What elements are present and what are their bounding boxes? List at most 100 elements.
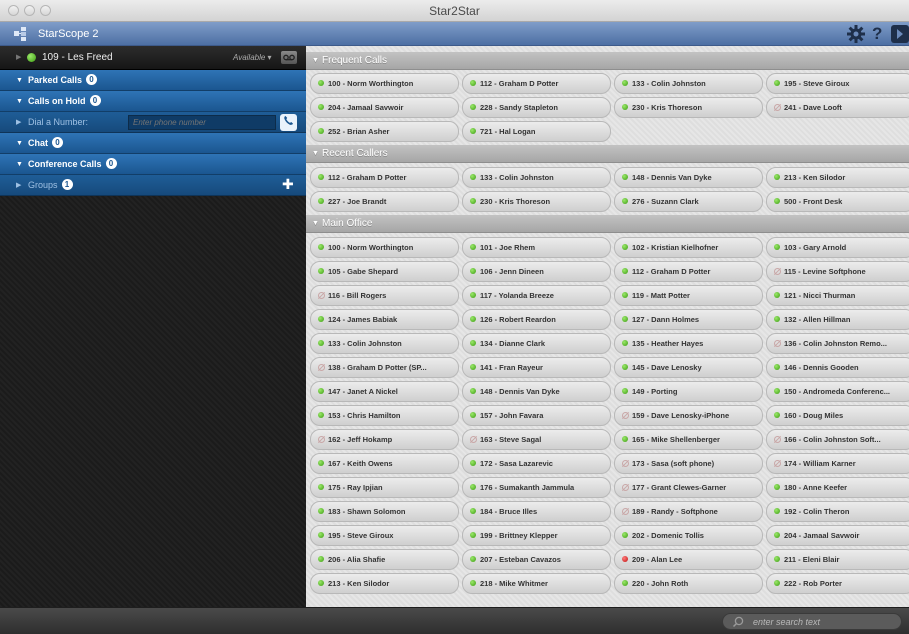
contact-button[interactable]: 153 - Chris Hamilton — [310, 405, 459, 426]
zoom-window-button[interactable] — [40, 5, 51, 16]
contact-button[interactable]: 159 - Dave Lenosky-iPhone — [614, 405, 763, 426]
recent-callers-header[interactable]: ▼ Recent Callers — [306, 145, 909, 163]
contact-button[interactable]: 138 - Graham D Potter (SP... — [310, 357, 459, 378]
contact-button[interactable]: 206 - Alia Shafie — [310, 549, 459, 570]
contact-button[interactable]: 192 - Colin Theron — [766, 501, 909, 522]
groups-row[interactable]: ▶ Groups 1 ✚ — [0, 175, 306, 196]
contact-button[interactable]: 100 - Norm Worthington — [310, 237, 459, 258]
contact-button[interactable]: 105 - Gabe Shepard — [310, 261, 459, 282]
contact-button[interactable]: 183 - Shawn Solomon — [310, 501, 459, 522]
parked-calls-section[interactable]: ▼ Parked Calls 0 — [0, 70, 306, 91]
frequent-calls-header[interactable]: ▼ Frequent Calls — [306, 52, 909, 70]
contact-button[interactable]: 147 - Janet A Nickel — [310, 381, 459, 402]
contact-button[interactable]: 145 - Dave Lenosky — [614, 357, 763, 378]
main-office-header[interactable]: ▼ Main Office — [306, 215, 909, 233]
calls-on-hold-section[interactable]: ▼ Calls on Hold 0 — [0, 91, 306, 112]
minimize-window-button[interactable] — [24, 5, 35, 16]
search-input[interactable] — [753, 615, 893, 629]
contact-button[interactable]: 204 - Jamaal Savwoir — [310, 97, 459, 118]
contact-button[interactable]: 100 - Norm Worthington — [310, 73, 459, 94]
contact-button[interactable]: 146 - Dennis Gooden — [766, 357, 909, 378]
contact-button[interactable]: 112 - Graham D Potter — [614, 261, 763, 282]
contact-button[interactable]: 148 - Dennis Van Dyke — [614, 167, 763, 188]
contact-button[interactable]: 213 - Ken Silodor — [766, 167, 909, 188]
contact-button[interactable]: 184 - Bruce Illes — [462, 501, 611, 522]
contact-button[interactable]: 132 - Allen Hillman — [766, 309, 909, 330]
contact-button[interactable]: 124 - James Babiak — [310, 309, 459, 330]
contact-button[interactable]: 211 - Eleni Blair — [766, 549, 909, 570]
dial-phone-icon[interactable] — [280, 114, 297, 131]
contact-button[interactable]: 176 - Sumakanth Jammula — [462, 477, 611, 498]
contact-button[interactable]: 115 - Levine Softphone — [766, 261, 909, 282]
contact-button[interactable]: 112 - Graham D Potter — [462, 73, 611, 94]
contact-button[interactable]: 116 - Bill Rogers — [310, 285, 459, 306]
contact-button[interactable]: 150 - Andromeda Conferenc... — [766, 381, 909, 402]
contact-button[interactable]: 117 - Yolanda Breeze — [462, 285, 611, 306]
contact-button[interactable]: 230 - Kris Thoreson — [614, 97, 763, 118]
current-user-row[interactable]: ▶ 109 - Les Freed Available ▾ — [0, 46, 306, 70]
contact-button[interactable]: 172 - Sasa Lazarevic — [462, 453, 611, 474]
contact-button[interactable]: 202 - Domenic Tollis — [614, 525, 763, 546]
contact-button[interactable]: 177 - Grant Clewes-Garner — [614, 477, 763, 498]
contact-button[interactable]: 276 - Suzann Clark — [614, 191, 763, 212]
contact-button[interactable]: 227 - Joe Brandt — [310, 191, 459, 212]
contact-button[interactable]: 207 - Esteban Cavazos — [462, 549, 611, 570]
contact-button[interactable]: 160 - Doug Miles — [766, 405, 909, 426]
contact-button[interactable]: 133 - Colin Johnston — [462, 167, 611, 188]
voicemail-icon[interactable] — [281, 51, 297, 64]
contact-button[interactable]: 133 - Colin Johnston — [614, 73, 763, 94]
contact-button[interactable]: 106 - Jenn Dineen — [462, 261, 611, 282]
contact-button[interactable]: 222 - Rob Porter — [766, 573, 909, 594]
contact-button[interactable]: 163 - Steve Sagal — [462, 429, 611, 450]
status-select[interactable]: Available ▾ — [233, 46, 272, 70]
chat-section[interactable]: ▼ Chat 0 — [0, 133, 306, 154]
contact-button[interactable]: 127 - Dann Holmes — [614, 309, 763, 330]
contact-button[interactable]: 149 - Porting — [614, 381, 763, 402]
contact-button[interactable]: 101 - Joe Rhem — [462, 237, 611, 258]
contact-button[interactable]: 213 - Ken Silodor — [310, 573, 459, 594]
contact-button[interactable]: 134 - Dianne Clark — [462, 333, 611, 354]
contact-button[interactable]: 141 - Fran Rayeur — [462, 357, 611, 378]
contact-button[interactable]: 165 - Mike Shellenberger — [614, 429, 763, 450]
contact-button[interactable]: 157 - John Favara — [462, 405, 611, 426]
contact-button[interactable]: 167 - Keith Owens — [310, 453, 459, 474]
contact-button[interactable]: 175 - Ray Ipjian — [310, 477, 459, 498]
help-icon[interactable]: ? — [872, 24, 882, 44]
contact-button[interactable]: 173 - Sasa (soft phone) — [614, 453, 763, 474]
contact-button[interactable]: 135 - Heather Hayes — [614, 333, 763, 354]
contact-button[interactable]: 174 - William Karner — [766, 453, 909, 474]
contact-button[interactable]: 500 - Front Desk — [766, 191, 909, 212]
contact-button[interactable]: 195 - Steve Giroux — [310, 525, 459, 546]
contact-button[interactable]: 126 - Robert Reardon — [462, 309, 611, 330]
contact-button[interactable]: 252 - Brian Asher — [310, 121, 459, 142]
contact-button[interactable]: 721 - Hal Logan — [462, 121, 611, 142]
contact-button[interactable]: 204 - Jamaal Savwoir — [766, 525, 909, 546]
contact-button[interactable]: 102 - Kristian Kielhofner — [614, 237, 763, 258]
contact-button[interactable]: 220 - John Roth — [614, 573, 763, 594]
contact-button[interactable]: 199 - Brittney Klepper — [462, 525, 611, 546]
contact-button[interactable]: 189 - Randy - Softphone — [614, 501, 763, 522]
phone-number-input[interactable] — [128, 115, 276, 130]
contact-button[interactable]: 162 - Jeff Hokamp — [310, 429, 459, 450]
conference-calls-section[interactable]: ▼ Conference Calls 0 — [0, 154, 306, 175]
expand-arrow-icon[interactable]: ▶ — [16, 46, 21, 70]
contact-button[interactable]: 166 - Colin Johnston Soft... — [766, 429, 909, 450]
contact-button[interactable]: 136 - Colin Johnston Remo... — [766, 333, 909, 354]
contact-button[interactable]: 209 - Alan Lee — [614, 549, 763, 570]
contact-button[interactable]: 228 - Sandy Stapleton — [462, 97, 611, 118]
gear-icon[interactable] — [846, 24, 866, 44]
contact-button[interactable]: 133 - Colin Johnston — [310, 333, 459, 354]
close-window-button[interactable] — [8, 5, 19, 16]
contact-button[interactable]: 148 - Dennis Van Dyke — [462, 381, 611, 402]
contact-button[interactable]: 121 - Nicci Thurman — [766, 285, 909, 306]
contact-button[interactable]: 230 - Kris Thoreson — [462, 191, 611, 212]
panel-toggle-icon[interactable] — [891, 24, 909, 44]
contact-button[interactable]: 103 - Gary Arnold — [766, 237, 909, 258]
contact-button[interactable]: 119 - Matt Potter — [614, 285, 763, 306]
contact-button[interactable]: 180 - Anne Keefer — [766, 477, 909, 498]
contact-button[interactable]: 112 - Graham D Potter — [310, 167, 459, 188]
contact-button[interactable]: 241 - Dave Looft — [766, 97, 909, 118]
contact-button[interactable]: 218 - Mike Whitmer — [462, 573, 611, 594]
contact-button[interactable]: 195 - Steve Giroux — [766, 73, 909, 94]
add-group-icon[interactable]: ✚ — [282, 175, 294, 194]
